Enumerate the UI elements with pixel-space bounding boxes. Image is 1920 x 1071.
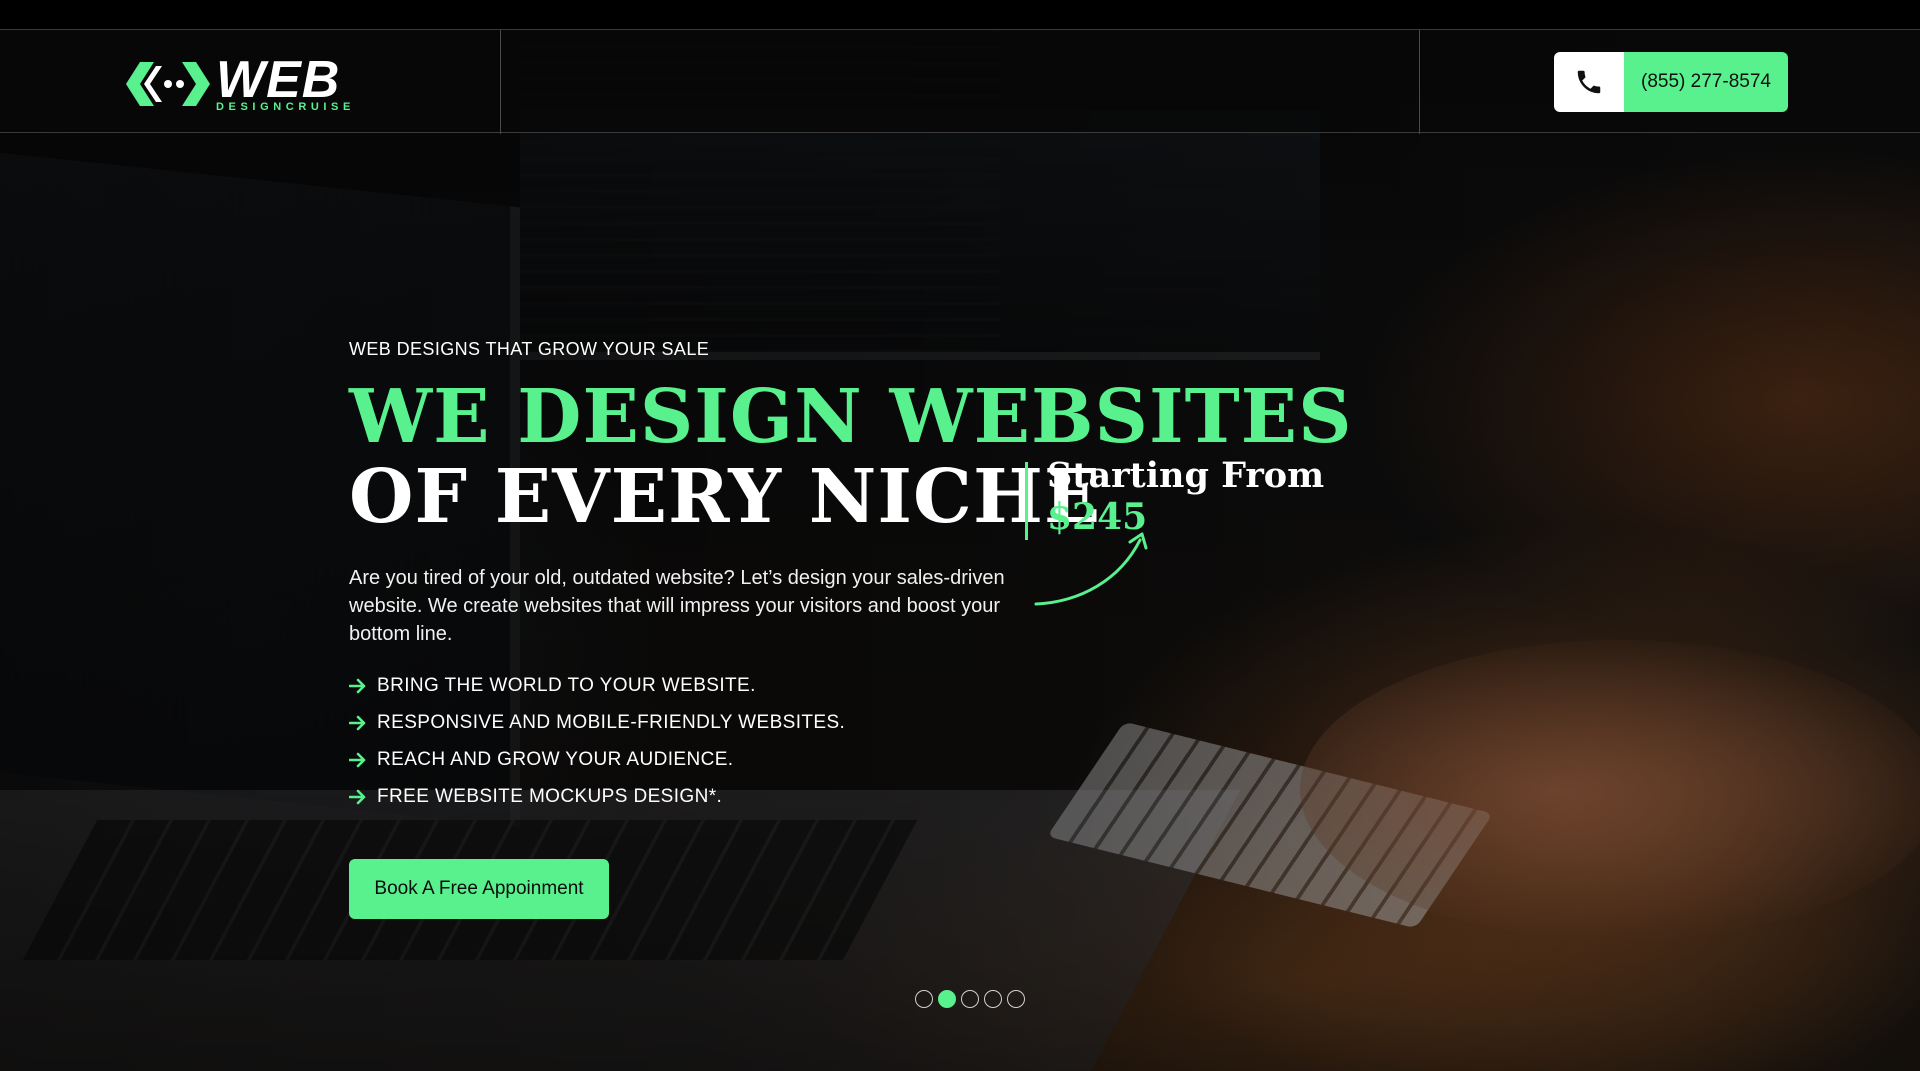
- brand-name: WEB: [216, 51, 341, 109]
- hero-headline-line1: WE DESIGN WEBSITES: [349, 374, 1353, 460]
- top-bar: [0, 0, 1920, 29]
- slider-pagination: [915, 990, 1025, 1008]
- header-divider: [500, 30, 501, 134]
- arrow-right-icon: [349, 789, 366, 804]
- arrow-right-icon: [349, 678, 366, 693]
- feature-text: BRING THE WORLD TO YOUR WEBSITE.: [377, 674, 756, 696]
- hero-headline-line2: OF EVERY NICHE: [349, 454, 1102, 540]
- slider-dot-1[interactable]: [915, 990, 933, 1008]
- hero-stage: WEB DESIGNCRUISE (855) 277-8574 WEB DESI…: [0, 0, 1920, 1071]
- phone-icon-box: [1554, 52, 1624, 112]
- feature-text: REACH AND GROW YOUR AUDIENCE.: [377, 748, 734, 770]
- brand-tagline: DESIGNCRUISE: [216, 101, 355, 113]
- book-appointment-button[interactable]: Book A Free Appoinment: [349, 859, 609, 919]
- feature-item: FREE WEBSITE MOCKUPS DESIGN*.: [349, 778, 845, 815]
- feature-item: REACH AND GROW YOUR AUDIENCE.: [349, 741, 845, 778]
- phone-icon: [1577, 70, 1601, 94]
- hero-eyebrow: WEB DESIGNS THAT GROW YOUR SALE: [349, 339, 710, 359]
- phone-number: (855) 277-8574: [1624, 52, 1788, 112]
- phone-call-button[interactable]: (855) 277-8574: [1554, 52, 1788, 112]
- header-divider: [1419, 30, 1420, 134]
- slider-dot-4[interactable]: [984, 990, 1002, 1008]
- slider-dot-5[interactable]: [1007, 990, 1025, 1008]
- slider-dot-3[interactable]: [961, 990, 979, 1008]
- slider-dot-2[interactable]: [938, 990, 956, 1008]
- hero-intro: Are you tired of your old, outdated webs…: [349, 567, 1005, 645]
- feature-list: BRING THE WORLD TO YOUR WEBSITE. RESPONS…: [349, 667, 845, 815]
- starting-from-label: Starting From: [1047, 455, 1325, 496]
- feature-item: RESPONSIVE AND MOBILE-FRIENDLY WEBSITES.: [349, 704, 845, 741]
- arrow-right-icon: [349, 715, 366, 730]
- price-divider: [1025, 462, 1028, 540]
- arrow-right-icon: [349, 752, 366, 767]
- feature-text: FREE WEBSITE MOCKUPS DESIGN*.: [377, 785, 723, 807]
- brand-logo[interactable]: WEB DESIGNCRUISE: [124, 51, 380, 113]
- feature-text: RESPONSIVE AND MOBILE-FRIENDLY WEBSITES.: [377, 711, 846, 733]
- logo-mark-icon: [126, 62, 210, 106]
- feature-item: BRING THE WORLD TO YOUR WEBSITE.: [349, 667, 845, 704]
